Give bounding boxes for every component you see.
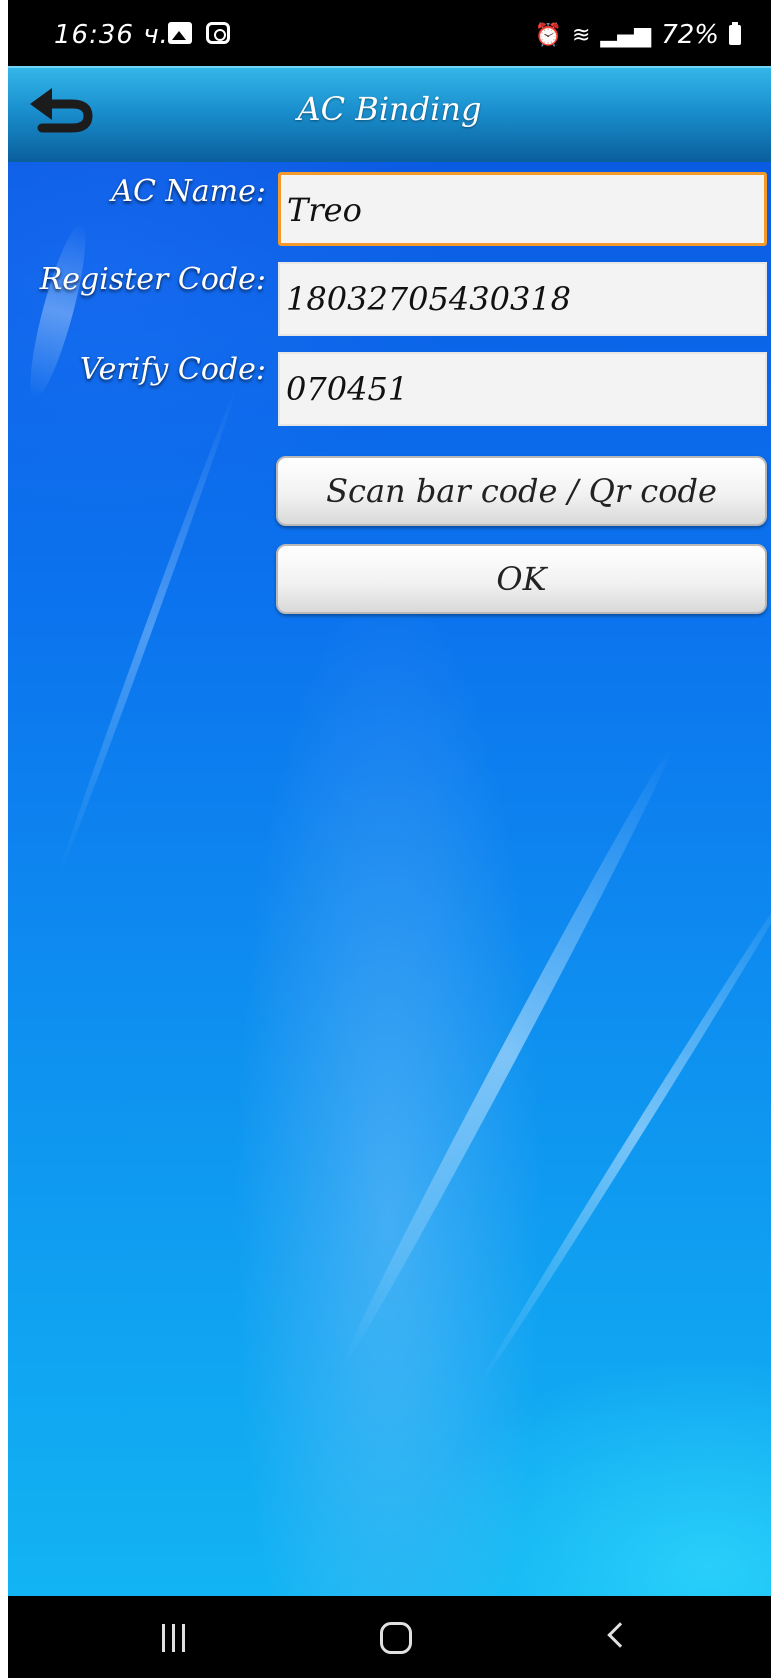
scan-code-button[interactable]: Scan bar code / Qr code — [276, 456, 767, 526]
recent-apps-icon[interactable] — [160, 1624, 188, 1652]
register-code-label: Register Code: — [39, 262, 266, 297]
verify-code-label: Verify Code: — [79, 352, 266, 387]
signal-icon: ▂▄▆ — [600, 22, 652, 48]
battery-icon — [729, 22, 741, 45]
wifi-icon: ≋ — [572, 22, 591, 48]
verify-code-input[interactable]: 070451 — [278, 352, 767, 426]
background-streak — [55, 384, 241, 876]
ac-name-input[interactable]: Treo — [278, 172, 767, 246]
header-bar: AC Binding — [8, 66, 771, 162]
ok-button[interactable]: OK — [276, 544, 767, 614]
battery-percent: 72% — [661, 20, 719, 50]
status-right-group: ⏰ ≋ ▂▄▆ 72% — [535, 20, 741, 50]
home-icon[interactable] — [380, 1622, 412, 1654]
status-time: 16:36 ч. — [54, 20, 169, 50]
background-streak — [474, 873, 771, 1389]
ac-name-label: AC Name: — [111, 174, 266, 209]
navigation-bar — [8, 1596, 771, 1678]
page-title: AC Binding — [297, 90, 482, 128]
camera-icon — [206, 22, 230, 44]
gallery-icon — [168, 22, 192, 44]
background-streak — [335, 741, 681, 1369]
app-content: AC Binding AC Name: Treo Register Code: … — [8, 66, 771, 1596]
phone-screen: 16:36 ч. ⏰ ≋ ▂▄▆ 72% AC Binding AC Name:… — [8, 0, 771, 1678]
alarm-icon: ⏰ — [534, 22, 562, 48]
register-code-input[interactable]: 18032705430318 — [278, 262, 767, 336]
status-bar: 16:36 ч. ⏰ ≋ ▂▄▆ 72% — [8, 0, 771, 66]
back-icon[interactable] — [607, 1622, 633, 1648]
